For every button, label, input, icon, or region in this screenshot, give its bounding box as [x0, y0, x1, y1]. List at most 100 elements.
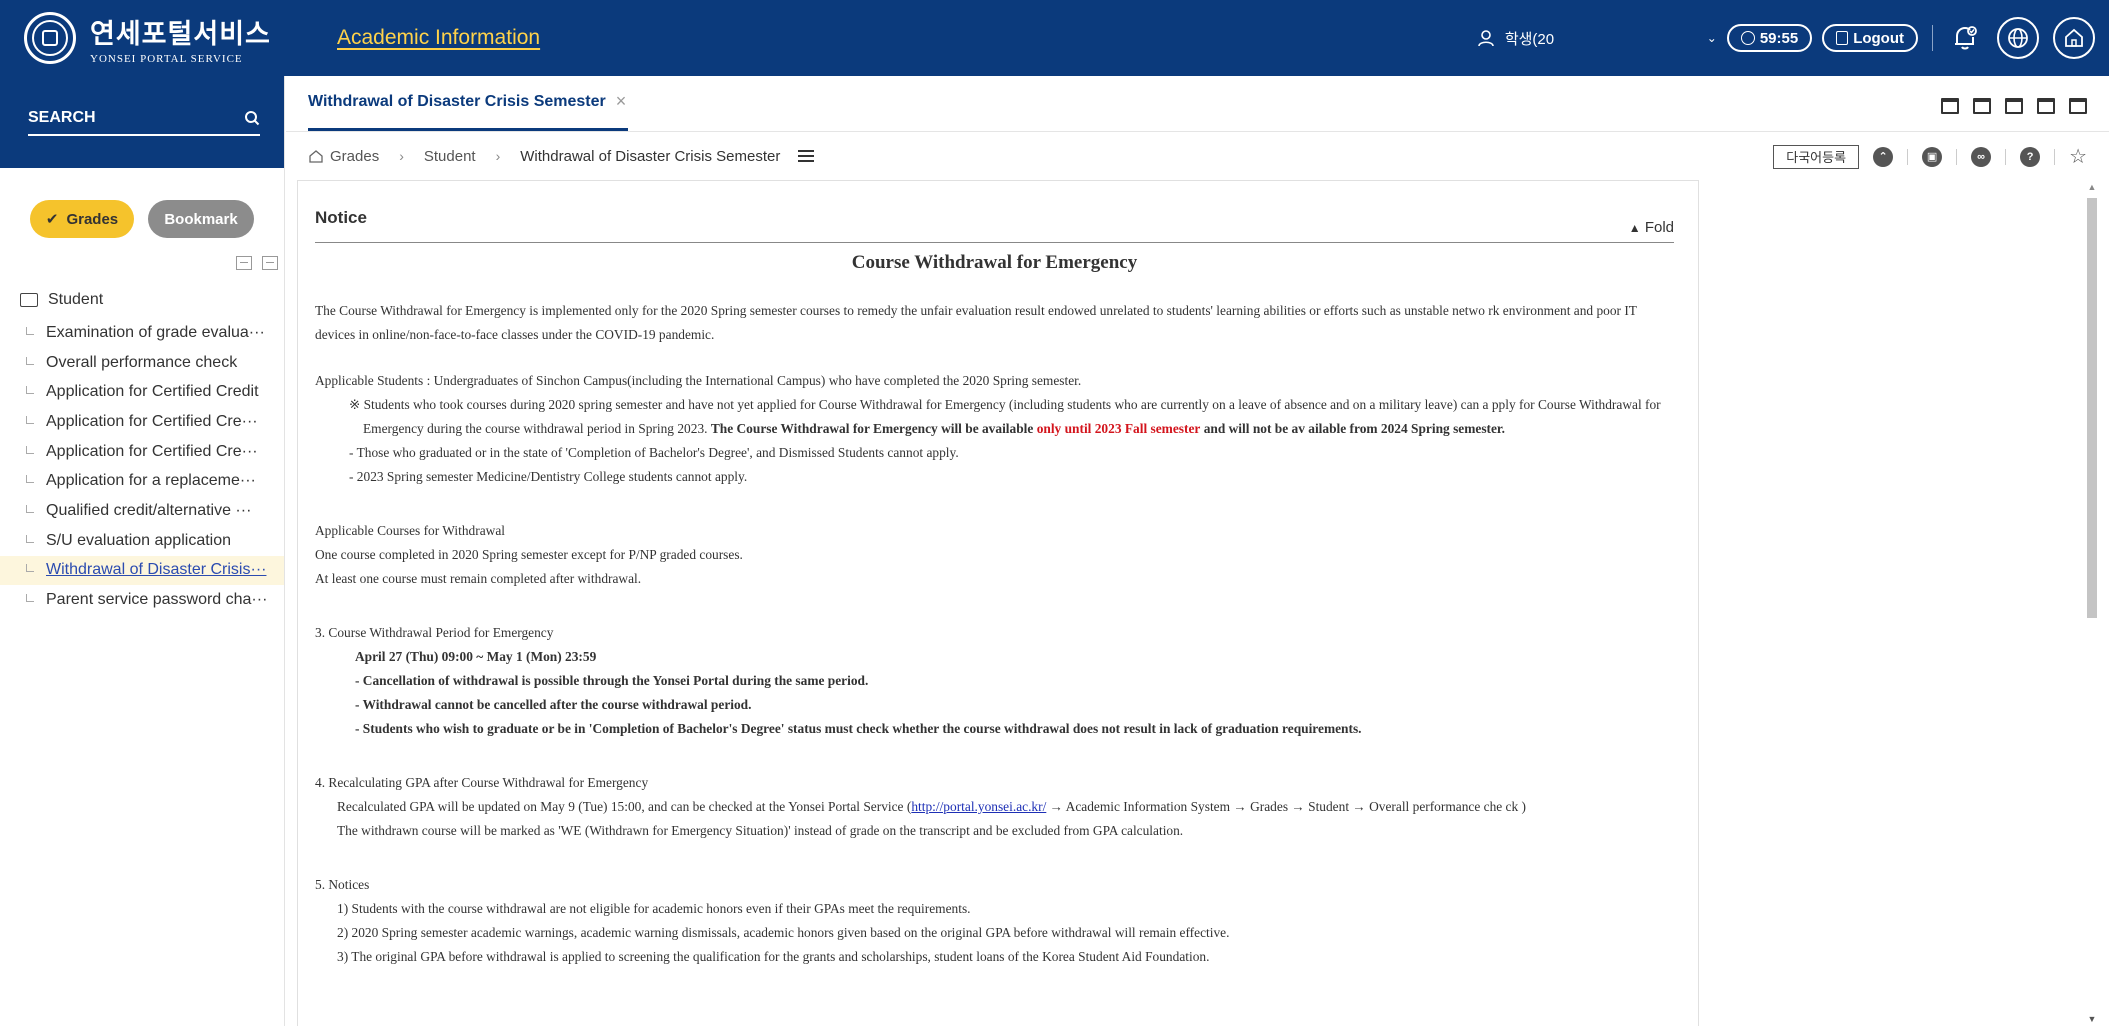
maximize-icon[interactable]: [2005, 98, 2023, 114]
divider: [1907, 148, 1909, 165]
grades-toggle-button[interactable]: ✔ Grades: [30, 200, 135, 238]
tree-item[interactable]: Application for Certified Credit: [0, 377, 284, 407]
home-icon[interactable]: [2053, 17, 2095, 59]
tab-withdrawal[interactable]: Withdrawal of Disaster Crisis Semester ×: [308, 75, 629, 131]
tree-item[interactable]: Qualified credit/alternative ···: [0, 496, 284, 526]
link-icon[interactable]: ∞: [1971, 146, 1992, 167]
tree-tools: [0, 256, 284, 276]
gpa-line-1: Recalculated GPA will be updated on May …: [315, 795, 1674, 819]
portal-link[interactable]: http://portal.yonsei.ac.kr/: [911, 799, 1046, 814]
close-window-icon[interactable]: [1973, 98, 1991, 114]
breadcrumb-student[interactable]: Student: [424, 148, 476, 165]
close-icon[interactable]: ×: [616, 91, 627, 112]
period-line-1: - Cancellation of withdrawal is possible…: [355, 673, 869, 688]
breadcrumb-grades[interactable]: Grades: [330, 148, 379, 165]
search-label: SEARCH: [28, 109, 96, 126]
chevron-right-icon: ›: [495, 148, 501, 164]
chevron-right-icon: ›: [399, 148, 404, 164]
tree-branch-icon: [26, 326, 34, 335]
fold-button[interactable]: ▲ Fold: [1629, 219, 1674, 238]
excluded-medicine: - 2023 Spring semester Medicine/Dentistr…: [349, 469, 748, 484]
period-line-2: - Withdrawal cannot be cancelled after t…: [355, 697, 752, 712]
divider: [1956, 148, 1958, 165]
intro-paragraph: The Course Withdrawal for Emergency is i…: [315, 303, 1637, 342]
user-icon: [1478, 30, 1494, 47]
scrollbar[interactable]: ▲ ▼: [2085, 180, 2099, 1026]
minimize-icon[interactable]: [2037, 98, 2055, 114]
user-menu[interactable]: 학생(20 ⌄: [1477, 28, 1717, 49]
help-icon[interactable]: ?: [2020, 146, 2041, 167]
clock-icon: [1740, 31, 1755, 45]
tree-item[interactable]: S/U evaluation application: [0, 526, 284, 556]
tree-branch-icon: [26, 534, 34, 543]
sidebar-search[interactable]: SEARCH: [28, 102, 260, 136]
notice-item-2: 2) 2020 Spring semester academic warning…: [337, 925, 1230, 940]
scroll-down-icon[interactable]: ▼: [2085, 1012, 2099, 1026]
tree-item[interactable]: Application for a replaceme···: [0, 466, 284, 496]
courses-line-1: One course completed in 2020 Spring seme…: [315, 547, 743, 562]
tree-branch-icon: [26, 445, 34, 454]
chevron-up-circle-icon[interactable]: ⌃: [1873, 146, 1894, 167]
availability-bold-end: and will not be av ailable from 2024 Spr…: [1203, 421, 1505, 436]
tree-branch-icon: [26, 415, 34, 424]
availability-bold: The Course Withdrawal for Emergency will…: [710, 421, 1034, 436]
fullscreen-icon[interactable]: ▣: [1922, 146, 1943, 167]
tree-item-label: S/U evaluation application: [46, 531, 232, 549]
collapse-all-icon[interactable]: [236, 256, 252, 270]
courses-line-2: At least one course must remain complete…: [315, 571, 642, 586]
window-tools: [1941, 98, 2087, 114]
tree-item-label: Withdrawal of Disaster Crisis···: [46, 561, 267, 579]
bookmark-toggle-label: Bookmark: [164, 210, 238, 228]
tree-branch-icon: [26, 386, 34, 395]
check-icon: ✔: [45, 211, 59, 228]
window-icon[interactable]: [1941, 98, 1959, 114]
tree-item-label: Application for Certified Credit: [46, 383, 259, 401]
menu-toggle: ✔ Grades Bookmark: [0, 200, 284, 238]
gpa-text-a: Recalculated GPA will be updated on May …: [337, 799, 912, 814]
search-icon[interactable]: [244, 110, 260, 126]
gpa-text-b: → Academic Information System → Grades →…: [1046, 799, 1526, 814]
page-tools: 다국어등록 ⌃ ▣ ∞ ? ☆: [1773, 144, 2087, 169]
tree-branch-icon: [26, 594, 34, 603]
tree-item-selected[interactable]: Withdrawal of Disaster Crisis···: [0, 555, 284, 586]
logout-label: Logout: [1853, 29, 1904, 47]
restore-icon[interactable]: [2069, 98, 2087, 114]
menu-icon[interactable]: [798, 150, 815, 162]
notice-title: Course Withdrawal for Emergency: [851, 252, 1138, 273]
notices-heading: 5. Notices: [315, 877, 370, 892]
chevron-down-icon: ⌄: [1706, 31, 1717, 45]
logo[interactable]: 연세포털서비스 YONSEI PORTAL SERVICE: [0, 0, 285, 76]
globe-language-icon[interactable]: [1997, 17, 2039, 59]
notification-bell-icon[interactable]: [1947, 20, 1983, 56]
scroll-up-icon[interactable]: ▲: [2085, 180, 2099, 194]
logout-button[interactable]: Logout: [1822, 24, 1918, 52]
star-bookmark-icon[interactable]: ☆: [2069, 144, 2087, 169]
tree-item[interactable]: Application for Certified Cre···: [0, 407, 284, 437]
notice-item-3: 3) The original GPA before withdrawal is…: [337, 949, 1210, 964]
session-timer-button[interactable]: 59:55: [1726, 24, 1813, 52]
divider: [2005, 148, 2007, 165]
tree-item-label: Application for Certified Cre···: [46, 442, 258, 460]
academic-information-link[interactable]: Academic Information: [337, 26, 540, 50]
notice-body: Course Withdrawal for Emergency The Cour…: [315, 249, 1674, 969]
tree-item[interactable]: Examination of grade evalua···: [0, 318, 284, 348]
tree-item-label: Examination of grade evalua···: [46, 323, 265, 341]
tree-item[interactable]: Parent service password cha···: [0, 585, 284, 615]
gpa-heading: 4. Recalculating GPA after Course Withdr…: [315, 775, 649, 790]
tree-item[interactable]: Overall performance check: [0, 348, 284, 378]
user-name: 학생(20: [1504, 30, 1555, 48]
multilingual-register-button[interactable]: 다국어등록: [1773, 144, 1860, 169]
expand-all-icon[interactable]: [262, 256, 278, 270]
bookmark-toggle-button[interactable]: Bookmark: [148, 200, 254, 238]
logo-text: 연세포털서비스 YONSEI PORTAL SERVICE: [90, 12, 271, 65]
grades-toggle-label: Grades: [66, 210, 119, 228]
breadcrumb-current: Withdrawal of Disaster Crisis Semester: [520, 147, 781, 165]
tree-root-student[interactable]: Student: [0, 286, 284, 314]
tree-item[interactable]: Application for Certified Cre···: [0, 437, 284, 467]
notice-header: Notice ▲ Fold: [315, 203, 1674, 243]
fold-label: Fold: [1644, 219, 1674, 236]
home-icon[interactable]: [308, 149, 324, 163]
notice-panel: Notice ▲ Fold Course Withdrawal for Emer…: [297, 180, 1699, 1026]
tree-item-label: Overall performance check: [46, 353, 238, 371]
scroll-thumb[interactable]: [2087, 198, 2097, 618]
